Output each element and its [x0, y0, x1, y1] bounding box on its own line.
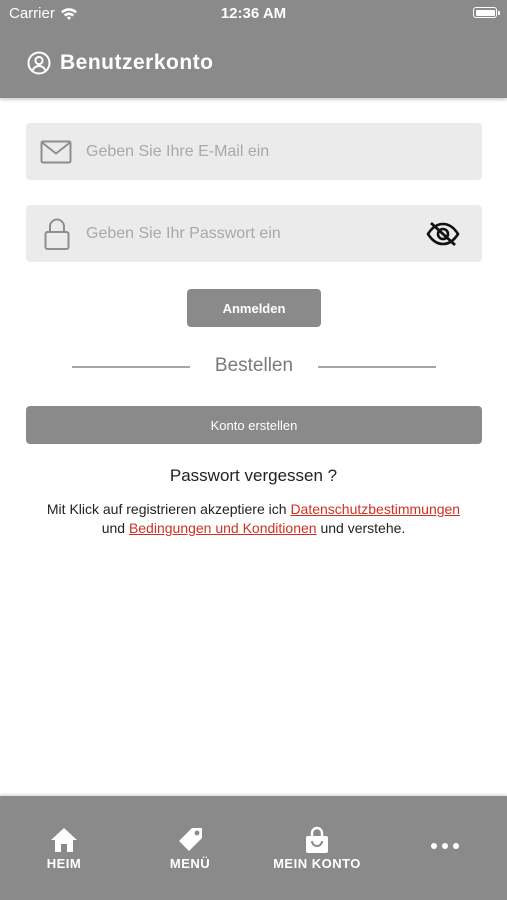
bottom-tab-bar: HEIM MENÜ MEIN KONTO: [0, 796, 507, 900]
tab-my-account[interactable]: MEIN KONTO: [257, 796, 377, 900]
login-button[interactable]: Anmelden: [187, 289, 321, 327]
terms-middle: und: [101, 520, 129, 536]
terms-prefix: Mit Klick auf registrieren akzeptiere ic…: [46, 501, 291, 517]
app-header: Benutzerkonto: [0, 28, 507, 98]
tag-icon: [179, 828, 202, 851]
battery-icon: [473, 7, 500, 18]
tab-menu[interactable]: MENÜ: [130, 796, 250, 900]
status-time: 12:36 AM: [220, 5, 287, 22]
tab-my-account-label: MEIN KONTO: [273, 856, 361, 871]
tab-home-label: HEIM: [46, 856, 82, 871]
privacy-policy-link[interactable]: Datenschutzbestimmungen: [290, 501, 460, 517]
divider-line-right: [318, 366, 436, 368]
tab-more[interactable]: [385, 796, 505, 900]
terms-suffix: und verstehe.: [316, 520, 406, 536]
email-field[interactable]: [26, 123, 482, 180]
eye-off-icon[interactable]: [426, 221, 460, 247]
password-input[interactable]: [86, 205, 416, 262]
terms-conditions-link[interactable]: Bedingungen und Konditionen: [129, 520, 317, 536]
shopping-bag-icon: [306, 826, 328, 853]
mail-icon: [40, 140, 72, 163]
divider-label: Bestellen: [214, 355, 294, 376]
account-circle-icon: [27, 51, 51, 75]
status-bar: Carrier 12:36 AM: [0, 0, 507, 28]
home-icon: [51, 828, 77, 852]
create-account-button[interactable]: Konto erstellen: [26, 406, 482, 444]
terms-text: Mit Klick auf registrieren akzeptiere ic…: [20, 500, 487, 538]
tab-home[interactable]: HEIM: [4, 796, 124, 900]
lock-icon: [44, 218, 70, 250]
more-dots-icon: [431, 843, 459, 849]
tab-menu-label: MENÜ: [169, 856, 211, 871]
password-field[interactable]: [26, 205, 482, 262]
email-input[interactable]: [86, 123, 416, 180]
forgot-password-link[interactable]: Passwort vergessen ?: [0, 466, 507, 486]
divider-line-left: [72, 366, 190, 368]
page-title: Benutzerkonto: [60, 51, 214, 74]
